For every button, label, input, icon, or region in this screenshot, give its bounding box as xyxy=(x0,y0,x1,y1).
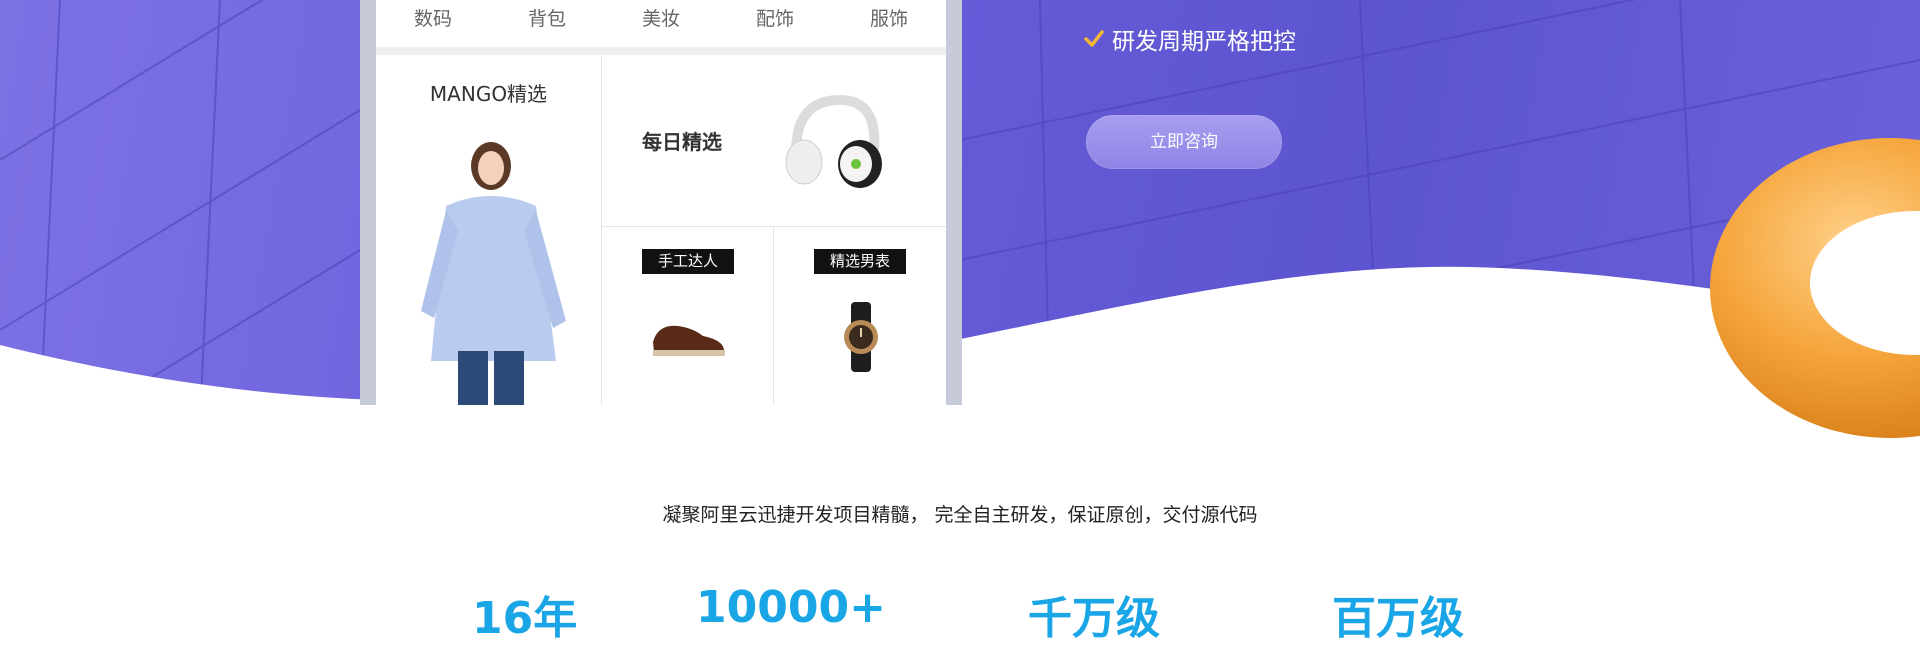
category-divider xyxy=(376,47,946,55)
handmade-tile[interactable]: 手工达人 xyxy=(602,227,774,405)
mens-watch-tag: 精选男表 xyxy=(814,249,906,274)
category-apparel[interactable]: 服饰 xyxy=(832,0,946,48)
feature-item-text: 研发周期严格把控 xyxy=(1112,29,1296,55)
category-nav: 数码 背包 美妆 配饰 服饰 xyxy=(376,0,946,48)
category-bags[interactable]: 背包 xyxy=(490,0,604,48)
mango-tile[interactable]: MANGO精选 xyxy=(376,56,602,405)
checkmark-icon xyxy=(1084,30,1104,47)
consult-now-button[interactable]: 立即咨询 xyxy=(1086,115,1282,169)
daily-picks-tile[interactable]: 每日精选 xyxy=(602,56,946,227)
category-accessories[interactable]: 配饰 xyxy=(718,0,832,48)
headphones-image xyxy=(785,94,882,188)
watch-image xyxy=(844,302,878,372)
intro-subtitle: 凝聚阿里云迅捷开发项目精髓， 完全自主研发，保证原创，交付源代码 xyxy=(662,504,1258,526)
category-beauty[interactable]: 美妆 xyxy=(604,0,718,48)
mens-watch-tile[interactable]: 精选男表 xyxy=(774,227,945,405)
phone-mockup: 数码 背包 美妆 配饰 服饰 MANGO精选 每日精选 手工达人 精选男表 xyxy=(360,0,962,405)
donut-decoration xyxy=(1710,138,1920,438)
shoe-image xyxy=(653,325,725,356)
stat-projects: 10000+ xyxy=(696,582,886,633)
feature-item: 研发周期严格把控 xyxy=(1084,22,1296,56)
stat-millions: 百万级 xyxy=(1332,593,1464,644)
stat-years: 16年 xyxy=(472,593,578,644)
phone-screen: 数码 背包 美妆 配饰 服饰 MANGO精选 每日精选 手工达人 精选男表 xyxy=(376,0,946,405)
model-figure-image xyxy=(421,142,566,405)
stat-tens-of-millions: 千万级 xyxy=(1028,593,1160,644)
daily-picks-title: 每日精选 xyxy=(642,130,722,154)
category-digital[interactable]: 数码 xyxy=(376,0,490,48)
handmade-tag: 手工达人 xyxy=(642,249,734,274)
